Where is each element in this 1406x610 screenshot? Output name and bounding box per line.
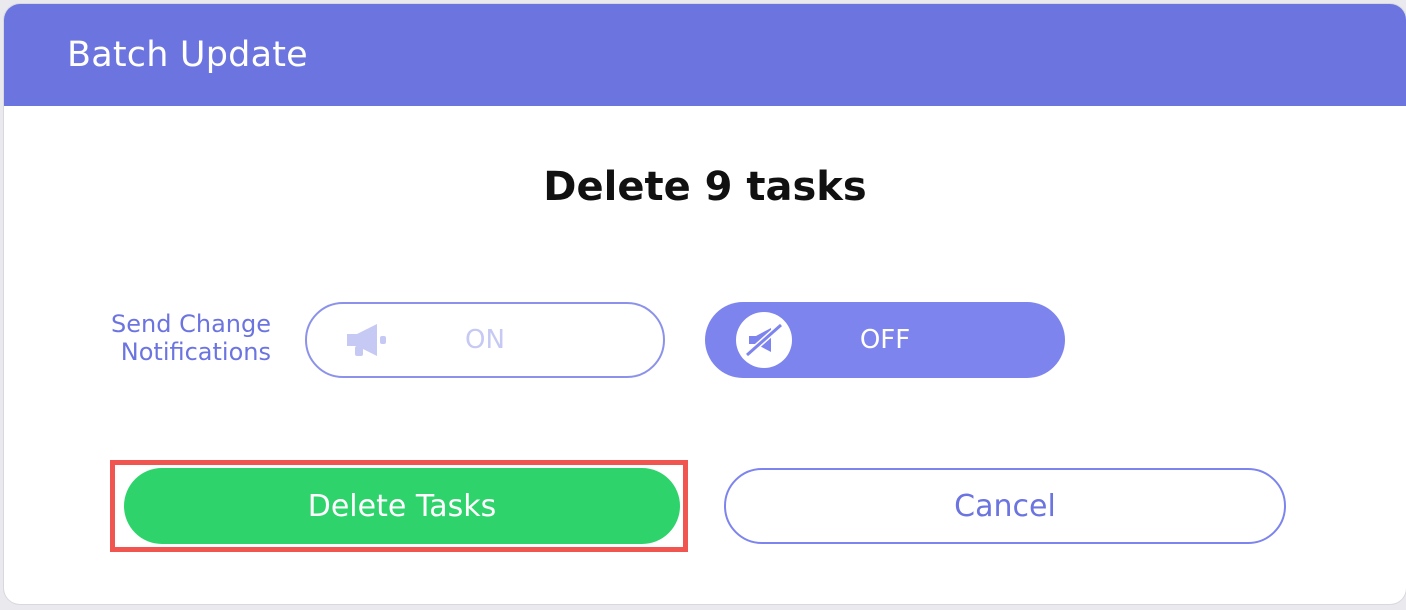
batch-update-dialog: Batch Update Delete 9 tasks Send Change … bbox=[4, 4, 1406, 604]
dialog-heading: Delete 9 tasks bbox=[543, 164, 867, 210]
notifications-off-label: OFF bbox=[859, 325, 911, 355]
send-notifications-label: Send Change Notifications bbox=[64, 310, 271, 366]
send-notifications-label-line2: Notifications bbox=[120, 338, 271, 366]
dialog-title: Batch Update bbox=[67, 35, 308, 75]
delete-tasks-button[interactable]: Delete Tasks bbox=[124, 468, 680, 544]
notifications-off-toggle[interactable]: OFF bbox=[705, 302, 1065, 378]
notifications-on-label: ON bbox=[465, 325, 505, 355]
notifications-on-toggle[interactable]: ON bbox=[305, 302, 665, 378]
dialog-header: Batch Update bbox=[4, 4, 1406, 106]
cancel-button[interactable]: Cancel bbox=[724, 468, 1286, 544]
send-notifications-label-line1: Send Change bbox=[111, 310, 271, 338]
